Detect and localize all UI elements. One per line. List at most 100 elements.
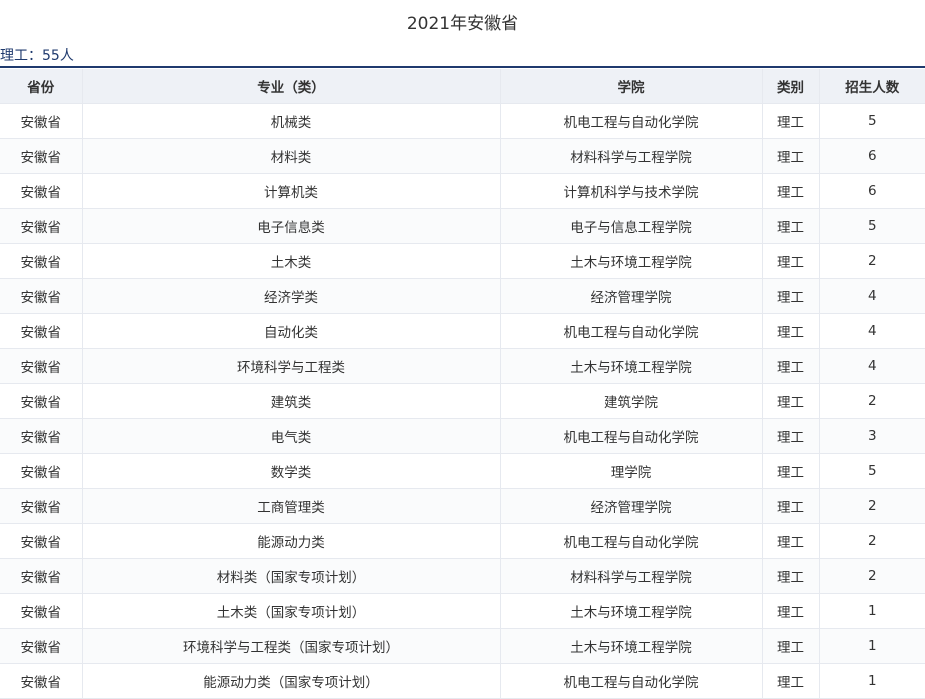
cell-category: 理工: [762, 103, 820, 139]
cell-enrollment: 4: [819, 278, 925, 314]
column-header-enrollment: 招生人数: [819, 69, 925, 104]
cell-enrollment: 1: [819, 628, 925, 664]
cell-major: 机械类: [82, 103, 501, 139]
cell-major: 工商管理类: [82, 488, 501, 524]
table-row: 安徽省 电子信息类 电子与信息工程学院 理工 5: [0, 208, 925, 244]
cell-enrollment: 2: [819, 523, 925, 559]
cell-college: 机电工程与自动化学院: [500, 103, 763, 139]
cell-category: 理工: [762, 488, 820, 524]
cell-category: 理工: [762, 313, 820, 349]
cell-enrollment: 3: [819, 418, 925, 454]
table-row: 安徽省 建筑类 建筑学院 理工 2: [0, 383, 925, 419]
cell-province: 安徽省: [0, 593, 83, 629]
cell-major: 电子信息类: [82, 208, 501, 244]
cell-college: 经济管理学院: [500, 278, 763, 314]
page-title: 2021年安徽省: [406, 14, 519, 34]
cell-college: 机电工程与自动化学院: [500, 313, 763, 349]
cell-enrollment: 2: [819, 558, 925, 594]
cell-category: 理工: [762, 348, 820, 384]
cell-college: 土木与环境工程学院: [500, 243, 763, 279]
cell-category: 理工: [762, 243, 820, 279]
cell-college: 计算机科学与技术学院: [500, 173, 763, 209]
table-row: 安徽省 土木类（国家专项计划） 土木与环境工程学院 理工 1: [0, 593, 925, 629]
cell-major: 环境科学与工程类: [82, 348, 501, 384]
table-row: 安徽省 自动化类 机电工程与自动化学院 理工 4: [0, 313, 925, 349]
cell-major: 计算机类: [82, 173, 501, 209]
cell-province: 安徽省: [0, 418, 83, 454]
cell-college: 经济管理学院: [500, 488, 763, 524]
header-divider: [0, 66, 925, 68]
page: 2021年安徽省 理工：55人 省份 专业（类） 学院 类别 招生人数 安徽省机…: [0, 0, 925, 699]
cell-category: 理工: [762, 593, 820, 629]
enrollment-summary: 理工：55人: [0, 48, 74, 64]
cell-category: 理工: [762, 418, 820, 454]
cell-major: 自动化类: [82, 313, 501, 349]
table-row: 安徽省 能源动力类 机电工程与自动化学院 理工 2: [0, 523, 925, 559]
cell-category: 理工: [762, 558, 820, 594]
cell-province: 安徽省: [0, 208, 83, 244]
cell-college: 建筑学院: [500, 383, 763, 419]
cell-enrollment: 1: [819, 593, 925, 629]
cell-province: 安徽省: [0, 243, 83, 279]
cell-major: 环境科学与工程类（国家专项计划）: [82, 628, 501, 664]
cell-major: 电气类: [82, 418, 501, 454]
cell-college: 土木与环境工程学院: [500, 348, 763, 384]
cell-college: 材料科学与工程学院: [500, 558, 763, 594]
cell-enrollment: 5: [819, 208, 925, 244]
cell-province: 安徽省: [0, 558, 83, 594]
cell-enrollment: 5: [819, 453, 925, 489]
table-row: 安徽省 环境科学与工程类（国家专项计划） 土木与环境工程学院 理工 1: [0, 628, 925, 664]
cell-major: 材料类: [82, 138, 501, 174]
cell-major: 数学类: [82, 453, 501, 489]
table-row: 安徽省 计算机类 计算机科学与技术学院 理工 6: [0, 173, 925, 209]
cell-province: 安徽省: [0, 103, 83, 139]
admission-table: 省份 专业（类） 学院 类别 招生人数 安徽省 机械类 机电工程与自动化学院 理工 5 安…: [0, 69, 925, 699]
table-body: 安徽省 机械类 机电工程与自动化学院 理工 5 安徽省 材料类 材料科学与工程学院 理工 6 安徽省…: [0, 103, 925, 699]
cell-college: 机电工程与自动化学院: [500, 523, 763, 559]
table-row: 安徽省 电气类 机电工程与自动化学院 理工 3: [0, 418, 925, 454]
table-header-row: 省份 专业（类） 学院 类别 招生人数: [0, 69, 925, 104]
cell-enrollment: 5: [819, 103, 925, 139]
cell-enrollment: 6: [819, 173, 925, 209]
cell-college: 机电工程与自动化学院: [500, 663, 763, 699]
cell-category: 理工: [762, 208, 820, 244]
cell-college: 机电工程与自动化学院: [500, 418, 763, 454]
cell-province: 安徽省: [0, 628, 83, 664]
cell-college: 材料科学与工程学院: [500, 138, 763, 174]
cell-province: 安徽省: [0, 138, 83, 174]
cell-category: 理工: [762, 523, 820, 559]
column-header-province: 省份: [0, 69, 83, 104]
cell-province: 安徽省: [0, 383, 83, 419]
column-header-major: 专业（类）: [82, 69, 501, 104]
table-row: 安徽省 经济学类 经济管理学院 理工 4: [0, 278, 925, 314]
cell-province: 安徽省: [0, 348, 83, 384]
cell-enrollment: 1: [819, 663, 925, 699]
cell-category: 理工: [762, 173, 820, 209]
table-row: 安徽省 数学类 理学院 理工 5: [0, 453, 925, 489]
cell-college: 电子与信息工程学院: [500, 208, 763, 244]
cell-enrollment: 2: [819, 383, 925, 419]
column-header-category: 类别: [762, 69, 820, 104]
table-row: 安徽省 工商管理类 经济管理学院 理工 2: [0, 488, 925, 524]
table-row: 安徽省 环境科学与工程类 土木与环境工程学院 理工 4: [0, 348, 925, 384]
table-row: 安徽省 机械类 机电工程与自动化学院 理工 5: [0, 103, 925, 139]
table-row: 安徽省 材料类 材料科学与工程学院 理工 6: [0, 138, 925, 174]
cell-enrollment: 2: [819, 488, 925, 524]
cell-college: 土木与环境工程学院: [500, 593, 763, 629]
cell-college: 理学院: [500, 453, 763, 489]
cell-major: 建筑类: [82, 383, 501, 419]
cell-major: 土木类（国家专项计划）: [82, 593, 501, 629]
cell-enrollment: 2: [819, 243, 925, 279]
table-row: 安徽省 能源动力类（国家专项计划） 机电工程与自动化学院 理工 1: [0, 663, 925, 699]
cell-enrollment: 6: [819, 138, 925, 174]
cell-category: 理工: [762, 383, 820, 419]
cell-category: 理工: [762, 138, 820, 174]
cell-province: 安徽省: [0, 313, 83, 349]
cell-college: 土木与环境工程学院: [500, 628, 763, 664]
cell-enrollment: 4: [819, 313, 925, 349]
cell-province: 安徽省: [0, 488, 83, 524]
column-header-college: 学院: [500, 69, 763, 104]
cell-category: 理工: [762, 278, 820, 314]
cell-major: 材料类（国家专项计划）: [82, 558, 501, 594]
cell-category: 理工: [762, 628, 820, 664]
